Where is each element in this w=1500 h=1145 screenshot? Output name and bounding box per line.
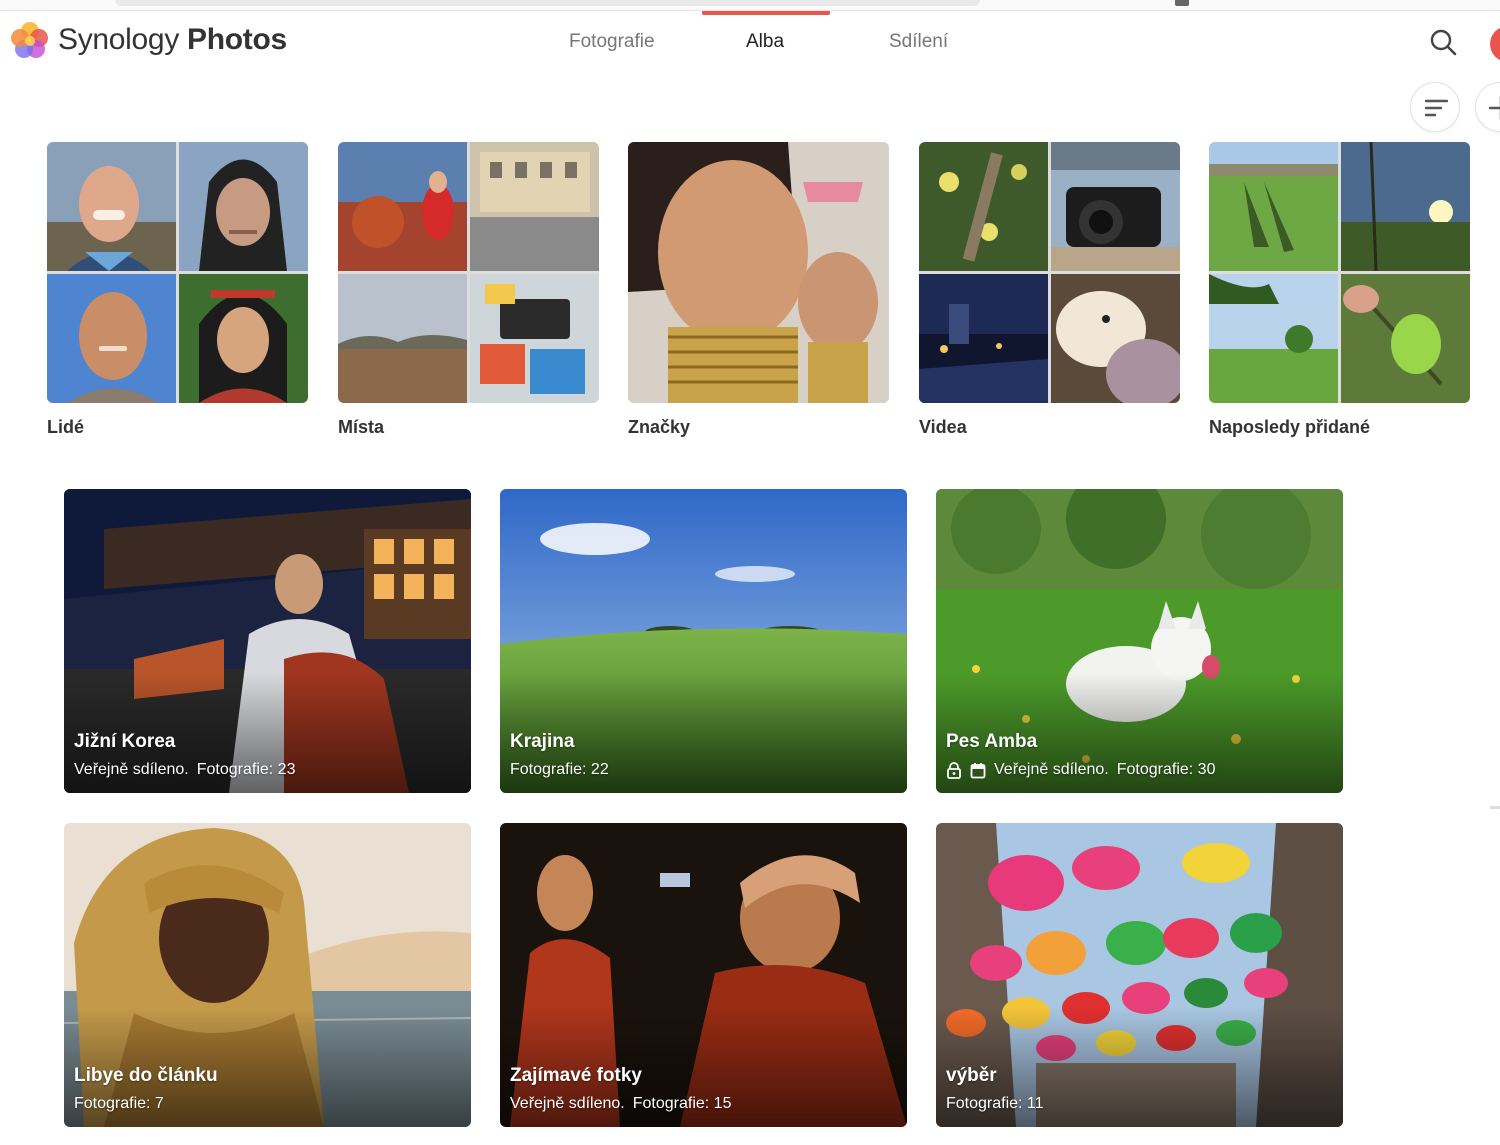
brand-light: Synology (58, 23, 180, 56)
smart-album-videos[interactable]: Videa (919, 142, 1181, 438)
album-shared-status: Veřejně sdíleno. (74, 761, 189, 778)
smart-album-thumbnail (919, 142, 1180, 403)
smart-album-thumbnail (628, 142, 889, 403)
album-meta: Fotografie: 11 (946, 1095, 1044, 1113)
album-photo-count: Fotografie: 11 (946, 1095, 1044, 1112)
user-avatar[interactable] (1490, 26, 1500, 62)
tab-sdileni[interactable]: Sdílení (889, 31, 948, 53)
album-meta: Fotografie: 7 (74, 1095, 164, 1113)
smart-album-thumbnail (338, 142, 599, 403)
plus-icon (1488, 96, 1500, 120)
place-photo (338, 142, 467, 271)
app-header: Synology Photos Fotografie Alba Sdílení (0, 11, 1500, 73)
album-card-zajimave-fotky[interactable]: Zajímavé fotky Veřejně sdíleno. Fotograf… (500, 823, 907, 1127)
recent-photo (1209, 274, 1338, 403)
place-photo (470, 274, 599, 403)
video-thumb (919, 274, 1048, 403)
album-meta: Veřejně sdíleno. Fotografie: 15 (510, 1095, 731, 1113)
smart-album-places[interactable]: Místa (338, 142, 600, 438)
person-photo (47, 142, 176, 271)
recent-photo (1341, 274, 1470, 403)
album-shared-status: Veřejně sdíleno. (510, 1095, 625, 1112)
smart-album-label: Místa (338, 417, 385, 437)
person-photo (179, 274, 308, 403)
tag-photo (628, 142, 889, 403)
album-title: výběr (946, 1065, 997, 1086)
album-shared-status: Veřejně sdíleno. (994, 761, 1109, 778)
album-card-vyber[interactable]: výběr Fotografie: 11 (936, 823, 1343, 1127)
album-card-libye[interactable]: Libye do článku Fotografie: 7 (64, 823, 471, 1127)
smart-album-label: Značky (628, 417, 691, 437)
search-icon[interactable] (1426, 25, 1460, 59)
person-photo (179, 142, 308, 271)
smart-album-thumbnail (47, 142, 308, 403)
smart-album-thumbnail (1209, 142, 1470, 403)
brand-bold: Photos (187, 23, 287, 56)
tab-fotografie[interactable]: Fotografie (569, 31, 655, 53)
album-photo-count: Fotografie: 7 (74, 1095, 164, 1112)
browser-indicator (1175, 0, 1189, 6)
smart-album-recent[interactable]: Naposledy přidané (1209, 142, 1471, 438)
app-title: Synology Photos (58, 23, 287, 57)
recent-photo (1209, 142, 1338, 271)
recent-photo (1341, 142, 1470, 271)
smart-album-label: Naposledy přidané (1209, 417, 1371, 437)
tab-alba[interactable]: Alba (746, 31, 784, 53)
scrollbar-hint[interactable] (1490, 806, 1500, 809)
album-photo-count: Fotografie: 23 (196, 761, 296, 778)
album-title: Jižní Korea (74, 731, 176, 752)
album-card-pes-amba[interactable]: Pes Amba Veřejně sdíleno. Fotografie: 30 (936, 489, 1343, 793)
active-tab-indicator (702, 11, 830, 15)
place-photo (470, 142, 599, 271)
sort-icon (1424, 99, 1449, 117)
album-photo-count: Fotografie: 22 (510, 761, 609, 778)
album-meta: Veřejně sdíleno. Fotografie: 30 (946, 761, 1215, 779)
video-thumb (919, 142, 1048, 271)
smart-album-people[interactable]: Lidé (47, 142, 309, 438)
add-album-button[interactable] (1475, 82, 1500, 132)
album-meta: Veřejně sdíleno. Fotografie: 23 (74, 761, 295, 779)
synology-photos-logo-icon (11, 22, 48, 58)
album-photo-count: Fotografie: 15 (632, 1095, 732, 1112)
address-bar-edge (115, 0, 980, 6)
album-title: Pes Amba (946, 731, 1038, 752)
album-title: Krajina (510, 731, 575, 752)
album-title: Zajímavé fotky (510, 1065, 642, 1086)
video-thumb (1051, 274, 1180, 403)
place-photo (338, 274, 467, 403)
album-meta: Fotografie: 22 (510, 761, 609, 779)
person-photo (47, 274, 176, 403)
smart-album-label: Videa (919, 417, 967, 437)
sort-button[interactable] (1410, 82, 1460, 132)
video-thumb (1051, 142, 1180, 271)
album-card-jizni-korea[interactable]: Jižní Korea Veřejně sdíleno. Fotografie:… (64, 489, 471, 793)
album-photo-count: Fotografie: 30 (1116, 761, 1216, 778)
smart-album-label: Lidé (47, 417, 85, 437)
browser-top-strip (0, 0, 1500, 11)
album-title: Libye do článku (74, 1065, 218, 1086)
calendar-icon (970, 762, 986, 778)
lock-icon (947, 761, 961, 779)
album-card-krajina[interactable]: Krajina Fotografie: 22 (500, 489, 907, 793)
smart-album-tags[interactable]: Značky (628, 142, 890, 438)
